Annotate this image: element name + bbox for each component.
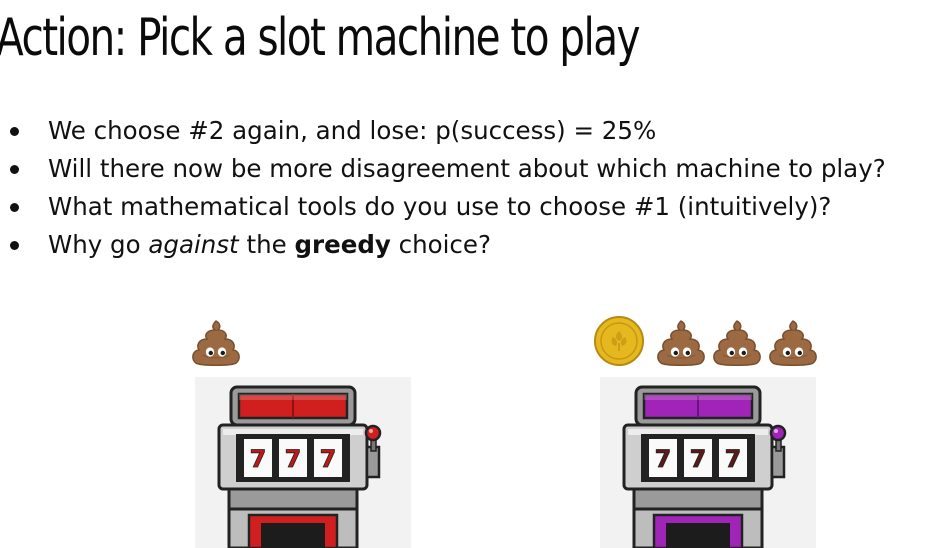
bullet-dot <box>10 203 19 212</box>
bullet-item-2: Will there now be more disagreement abou… <box>0 150 886 188</box>
bullet-text: We choose #2 again, and lose: p(success)… <box>48 116 657 145</box>
poop-emoji-icon <box>190 319 242 367</box>
bullet-item-3: What mathematical tools do you use to ch… <box>0 188 886 226</box>
bullet-dot <box>10 127 19 136</box>
slide-title: Action: Pick a slot machine to play <box>0 8 641 68</box>
slot-machine-1[interactable]: 777 <box>195 377 411 548</box>
svg-text:7: 7 <box>285 445 302 473</box>
bullet-text-part: choice? <box>390 230 491 259</box>
poop-emoji-icon <box>655 319 707 367</box>
bullet-item-1: We choose #2 again, and lose: p(success)… <box>0 112 886 150</box>
bullet-list: We choose #2 again, and lose: p(success)… <box>0 112 886 264</box>
svg-text:7: 7 <box>725 445 742 473</box>
svg-text:7: 7 <box>655 445 672 473</box>
svg-text:7: 7 <box>320 445 337 473</box>
bullet-dot <box>10 241 19 250</box>
bullet-text-part: the <box>238 230 295 259</box>
bullet-item-4: Why go against the greedy choice? <box>0 226 886 264</box>
gold-coin-icon <box>593 315 645 367</box>
bullet-text-bold: greedy <box>294 230 391 259</box>
bullet-dot <box>10 165 19 174</box>
svg-text:7: 7 <box>250 445 267 473</box>
bullet-text: What mathematical tools do you use to ch… <box>48 192 832 221</box>
poop-emoji-icon <box>711 319 763 367</box>
bullet-text: Will there now be more disagreement abou… <box>48 154 886 183</box>
bullet-text-part: Why go <box>48 230 149 259</box>
slot-machine-2[interactable]: 777 <box>600 377 816 548</box>
poop-emoji-icon <box>767 319 819 367</box>
bullet-text-italic: against <box>148 230 239 259</box>
svg-text:7: 7 <box>690 445 707 473</box>
